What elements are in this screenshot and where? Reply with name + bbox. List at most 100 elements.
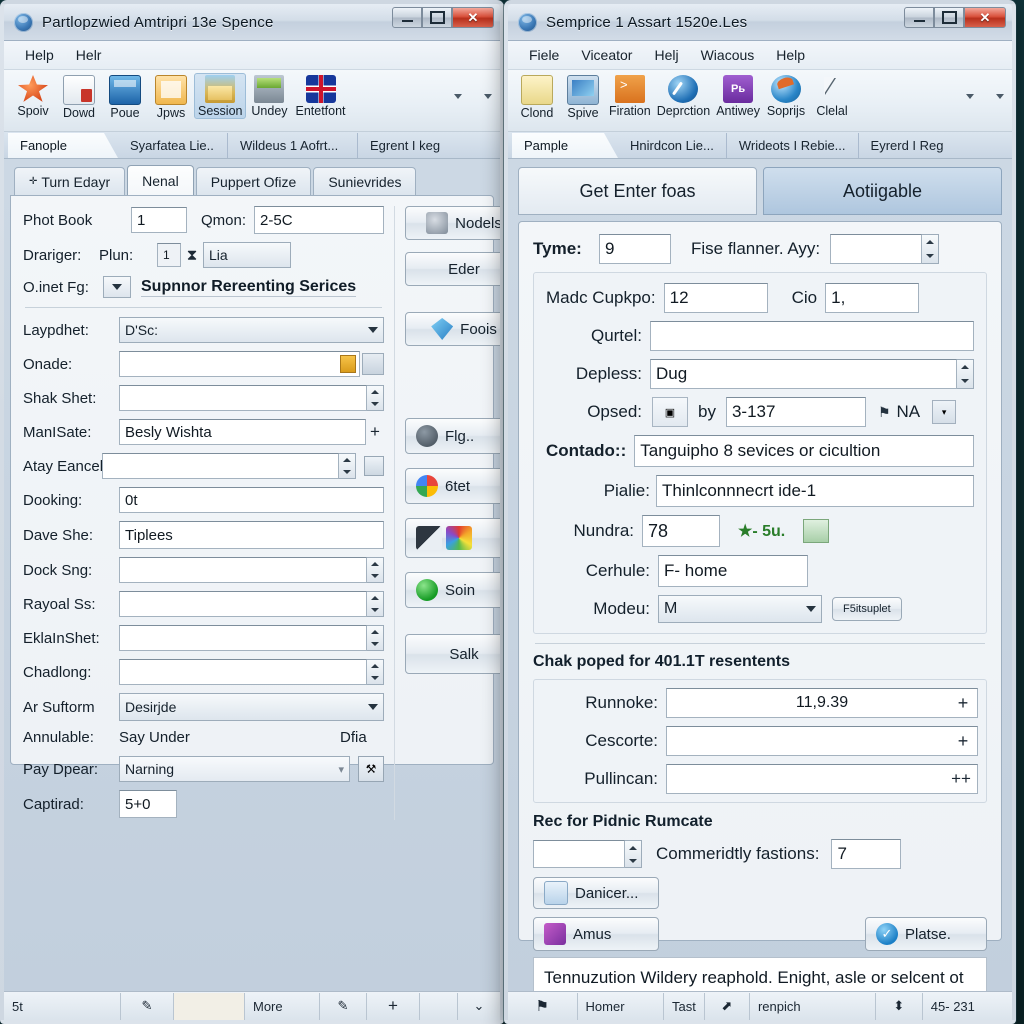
toolbar-button-spive[interactable]: Spive	[560, 73, 606, 120]
onade-input[interactable]	[119, 351, 361, 377]
menu-item-0[interactable]: Fiele	[518, 45, 570, 65]
left-inner-tabs[interactable]: ✛ Turn Edayr Nenal Puppert Ofize Sunievr…	[10, 165, 494, 195]
modeu-combo[interactable]: M	[658, 595, 822, 623]
inner-tab-puppert-ofize[interactable]: Puppert Ofize	[195, 167, 312, 195]
menu-item-4[interactable]: Help	[765, 45, 816, 65]
ribbon-tab-3[interactable]: Eyrerd I Reg	[859, 133, 956, 158]
eder-button[interactable]: Eder	[405, 252, 500, 286]
chadlong-input[interactable]	[119, 659, 368, 685]
toolbar-button-antiwey[interactable]: Pь Antiwey	[713, 73, 763, 118]
ribbon-tab-3[interactable]: Egrent I keg	[358, 133, 452, 158]
right-toolbar[interactable]: Clond Spive Firation Deprction Pь Antiwe…	[508, 70, 1012, 132]
nodels-button[interactable]: Nodels	[405, 206, 500, 240]
get-enter-foas-button[interactable]: Get Enter foas	[518, 167, 757, 215]
pencil-icon[interactable]: ✎	[121, 992, 174, 1020]
danicer-button[interactable]: Danicer...	[533, 877, 659, 909]
toolbar-button-session[interactable]: Session	[194, 73, 247, 119]
toolbar-button-undey[interactable]: Undey	[246, 73, 292, 118]
lower-spinner[interactable]	[625, 840, 642, 868]
toolbar-button-entetfont[interactable]: Entetfont	[292, 73, 348, 118]
pullincan-input[interactable]	[666, 764, 978, 794]
close-button[interactable]: ✕	[964, 7, 1006, 28]
toolbar-button-deprction[interactable]: Deprction	[654, 73, 714, 118]
spin-icon[interactable]: ⬍	[876, 992, 923, 1020]
opsed-dropdown-icon[interactable]: ▾	[932, 400, 957, 424]
cescorte-input[interactable]	[666, 726, 978, 756]
right-window-controls[interactable]: ✕	[904, 7, 1006, 28]
shak-shet-input[interactable]	[119, 385, 368, 411]
rayoal-input[interactable]	[119, 591, 368, 617]
minimize-button[interactable]	[392, 7, 422, 28]
eklanshet-input[interactable]	[119, 625, 368, 651]
dock-sng-spinner[interactable]	[367, 557, 385, 583]
phot-book-input[interactable]: 1	[131, 207, 187, 233]
run-icon[interactable]: ⚒	[358, 756, 385, 782]
cescorte-plus-icon[interactable]: +	[952, 731, 974, 752]
rayoal-spinner[interactable]	[367, 591, 385, 617]
browse-icon[interactable]	[362, 353, 385, 375]
ribbon-tab-0[interactable]: Pample	[512, 133, 604, 158]
left-window-titlebar[interactable]: Partlopzwied Amtripri 13e Spence ✕	[4, 4, 500, 41]
toolbar-button-firation[interactable]: Firation	[606, 73, 654, 118]
depless-spinner[interactable]	[957, 359, 974, 389]
atay-input[interactable]	[101, 453, 340, 479]
maximize-button[interactable]	[934, 7, 964, 28]
qurtel-input[interactable]	[650, 321, 974, 351]
ounet-dropdown-button[interactable]	[103, 276, 131, 298]
right-top-buttons[interactable]: Get Enter foas Aotiigable	[518, 167, 1002, 215]
dooking-input[interactable]: 0t	[119, 487, 385, 513]
laypdhet-combo[interactable]: D'Sc:	[119, 317, 385, 343]
toolbar-button-clelal[interactable]: Clelal	[809, 73, 855, 118]
toolbar-button-clond[interactable]: Clond	[514, 73, 560, 120]
platse-button[interactable]: ✓ Platse.	[865, 917, 987, 951]
left-window[interactable]: Partlopzwied Amtripri 13e Spence ✕ Help …	[0, 0, 504, 1024]
inner-tab-sunievrides[interactable]: Sunievrides	[313, 167, 417, 195]
status-renpich[interactable]: renpich	[750, 992, 876, 1020]
qmon-input[interactable]: 2-5C	[254, 206, 385, 234]
menu-item-2[interactable]: Helj	[643, 45, 689, 65]
nundra-input[interactable]: 78	[642, 515, 720, 547]
menu-item-0[interactable]: Help	[14, 45, 65, 65]
tyme-input[interactable]: 9	[599, 234, 671, 264]
maximize-button[interactable]	[422, 7, 452, 28]
pullincan-plus-icon[interactable]: ++	[948, 769, 974, 789]
ribbon-tab-1[interactable]: Hnirdcon Lie...	[618, 133, 727, 158]
manisate-input[interactable]: Besly Wishta	[119, 419, 367, 445]
ar-suftorm-combo[interactable]: Desirjde	[119, 693, 385, 721]
left-window-controls[interactable]: ✕	[392, 7, 494, 28]
inner-tab-turn-edayr[interactable]: ✛ Turn Edayr	[14, 167, 126, 195]
flag-toggle-icon[interactable]	[364, 456, 385, 476]
fise-spinner[interactable]	[922, 234, 940, 264]
chevron-down-icon[interactable]: ⌄	[458, 993, 500, 1020]
chevron-down-icon[interactable]	[966, 94, 974, 99]
inner-tab-nenal[interactable]: Nenal	[127, 165, 194, 195]
lia-combo[interactable]: Lia	[203, 242, 291, 268]
right-window[interactable]: Semprice 1 Assart 1520e.Les ✕ Fiele Vice…	[504, 0, 1016, 1024]
soin-button[interactable]: Soin ⋮	[405, 572, 500, 608]
ribbon-tab-2[interactable]: Wrideots I Rebie...	[727, 133, 859, 158]
cio-input[interactable]: 1,	[825, 283, 920, 313]
toolbar-overflow[interactable]	[454, 94, 492, 99]
toolbar-overflow[interactable]	[966, 94, 1004, 99]
toolbar-button-spoiv[interactable]: Spoiv	[10, 73, 56, 118]
resize-icon[interactable]: ⬈	[705, 992, 750, 1020]
f5itsuplet-button[interactable]: F5itsuplet	[832, 597, 902, 621]
runnoke-plus-icon[interactable]: +	[952, 693, 974, 714]
opsed-toggle-icon[interactable]: ▣	[652, 397, 688, 427]
status-plus[interactable]: +	[367, 992, 420, 1020]
eklanshet-spinner[interactable]	[367, 625, 385, 651]
pencil-icon[interactable]: ✎	[320, 992, 367, 1020]
contado-input[interactable]: Tanguipho 8 sevices or cicultion	[634, 435, 974, 467]
ribbon-tab-0[interactable]: Fanople	[8, 133, 104, 158]
chevron-down-icon[interactable]	[484, 94, 492, 99]
left-ribbon-tabs[interactable]: Fanople Syarfatea Lie.. Wildeus 1 Aofrt.…	[4, 132, 500, 159]
menu-item-1[interactable]: Helr	[65, 45, 113, 65]
status-more[interactable]: More	[245, 992, 320, 1020]
pialie-input[interactable]: Thinlconnnecrt ide-1	[656, 475, 974, 507]
flg-button[interactable]: Flg.. ⋮	[405, 418, 500, 454]
foois-button[interactable]: Foois	[405, 312, 500, 346]
pay-dpear-combo[interactable]: Narning ▾	[119, 756, 351, 782]
status-blank-cell[interactable]	[174, 992, 245, 1020]
status-tast[interactable]: Tast	[664, 992, 705, 1020]
toolbar-button-soprijs[interactable]: Soprijs	[763, 73, 809, 118]
